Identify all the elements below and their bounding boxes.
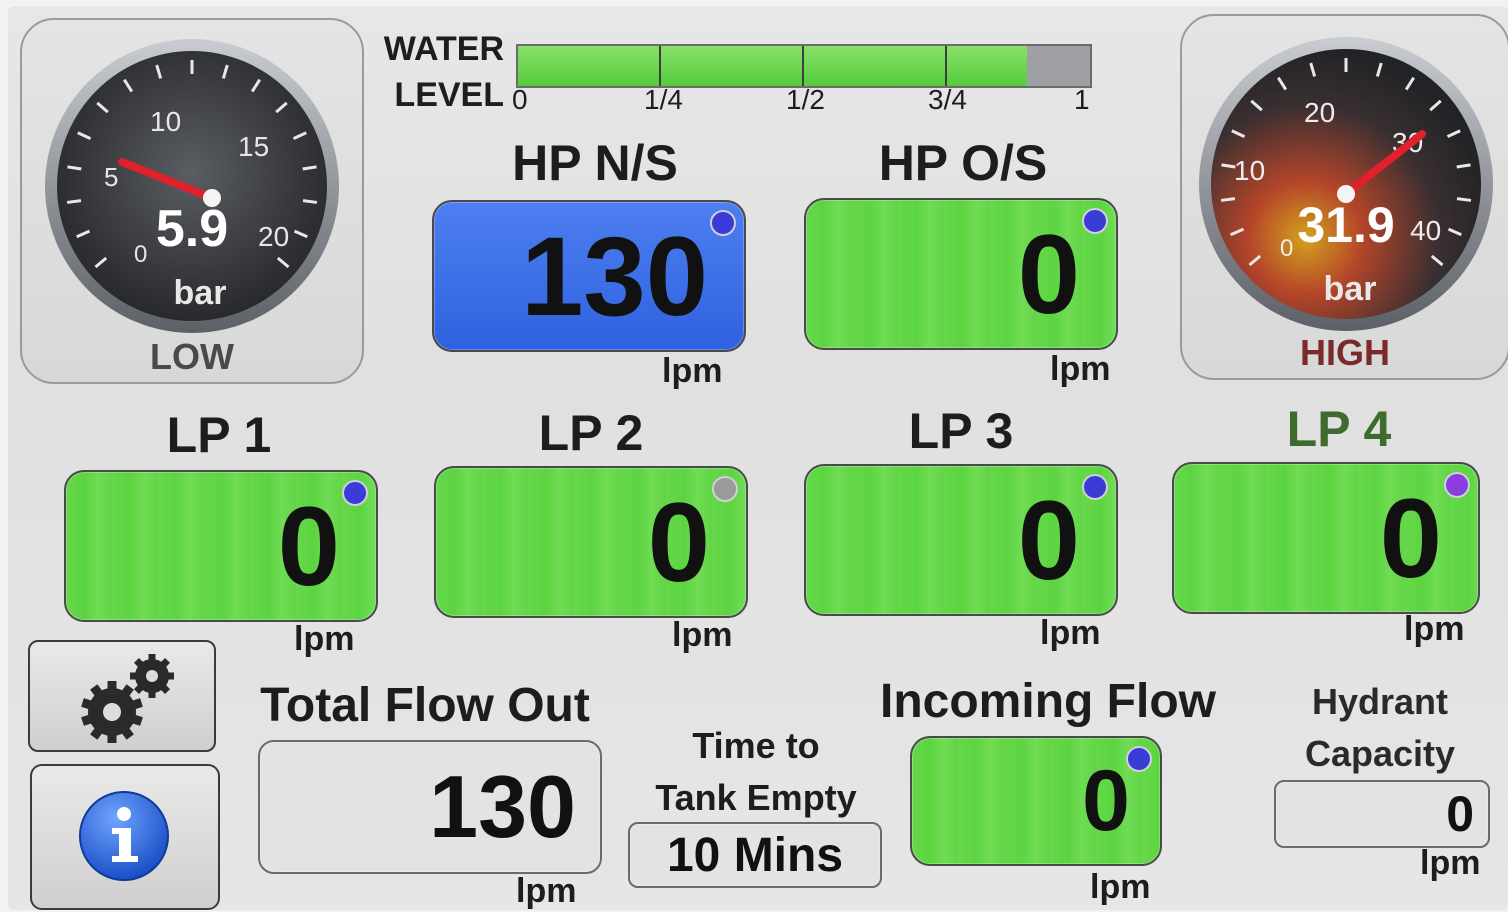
lp2-title: LP 2 [538,405,644,461]
lp4-status-indicator [1444,472,1470,498]
water-level-divider [659,46,661,86]
high-pressure-gauge: 0 10 20 30 40 31.9 bar [1199,37,1493,331]
gauge-tick [66,199,82,204]
gauge-tick [1456,197,1472,202]
hp-ns-unit: lpm [662,352,723,390]
gauge-tick [302,165,317,171]
gears-icon [81,654,174,743]
high-gauge-unit: bar [1324,270,1377,308]
total-flow-title: Total Flow Out [260,679,590,732]
hydrant-capacity-unit: lpm [1420,844,1481,882]
gauge-tick [302,199,318,204]
lp1-value: 0 [277,483,340,609]
lp3-title: LP 3 [908,403,1014,459]
lp2-readout[interactable]: 0 [434,466,748,618]
gauge-tick [1456,163,1471,169]
hp-os-unit: lpm [1050,350,1111,388]
lp1-readout[interactable]: 0 [64,470,378,622]
low-gauge-caption: LOW [150,336,234,377]
water-level-tick-half: 1/2 [786,84,825,115]
hydrant-capacity-title: Hydrant Capacity [1270,676,1490,780]
low-pressure-gauge: 0 5 10 15 20 5.9 bar [45,39,339,333]
incoming-flow-title: Incoming Flow [880,675,1216,728]
settings-button[interactable] [28,640,216,752]
lp1-unit: lpm [294,620,355,658]
info-button[interactable] [30,764,220,910]
incoming-flow-value: 0 [1082,752,1130,849]
tank-time-value: 10 Mins [666,828,844,882]
lp2-status-indicator [712,476,738,502]
water-level-tick-full: 1 [1074,84,1090,115]
hydrant-capacity-title-line1: Hydrant [1311,681,1449,722]
low-gauge-scale-10: 10 [150,106,181,137]
low-gauge-scale-20: 20 [258,221,289,252]
water-level-tick-0: 0 [512,84,528,115]
lp2-value: 0 [647,479,710,605]
high-gauge-scale-10: 10 [1234,155,1265,186]
water-level-divider [945,46,947,86]
low-gauge-scale-5: 5 [104,162,118,192]
total-flow-value: 130 [429,757,576,856]
low-gauge-scale-15: 15 [238,131,269,162]
high-gauge-scale-40: 40 [1410,215,1441,246]
lp2-unit: lpm [672,616,733,654]
display-screen: 0 5 10 15 20 5.9 bar LOW WATER LEVEL 0 1… [8,6,1508,910]
low-gauge-scale-0: 0 [134,241,147,268]
water-level-tick-three-quarter: 3/4 [928,84,967,115]
hp-os-readout[interactable]: 0 [804,198,1118,350]
gauge-tick [1220,197,1236,202]
water-level-title: WATER LEVEL [368,26,504,118]
lp3-readout[interactable]: 0 [804,464,1118,616]
lp3-value: 0 [1017,477,1080,603]
tank-time-title-line2: Tank Empty [655,777,857,818]
tank-time-readout: 10 Mins [628,822,882,888]
lp4-unit: lpm [1404,610,1465,648]
info-icon [79,791,169,881]
high-gauge-readout: 31.9 [1297,197,1394,253]
total-flow-readout: 130 [258,740,602,874]
lp4-value: 0 [1379,475,1442,601]
low-gauge-unit: bar [174,274,227,312]
water-level-tick-quarter: 1/4 [644,84,683,115]
water-level-title-line2: LEVEL [394,76,504,114]
lp3-unit: lpm [1040,614,1101,652]
hp-ns-title: HP N/S [512,135,678,191]
hydrant-capacity-title-line2: Capacity [1304,733,1456,774]
low-gauge-readout: 5.9 [156,200,228,258]
incoming-flow-unit: lpm [1090,868,1151,906]
tank-time-title-line1: Time to [692,725,820,766]
low-pressure-gauge-panel: 0 5 10 15 20 5.9 bar LOW [20,18,364,384]
hp-os-status-indicator [1082,208,1108,234]
total-flow-unit: lpm [516,872,577,910]
hp-os-title: HP O/S [878,135,1048,191]
high-pressure-gauge-panel: 0 10 20 30 40 31.9 bar HIGH [1180,14,1508,380]
lp4-readout[interactable]: 0 [1172,462,1480,614]
water-level-divider [802,46,804,86]
hp-ns-status-indicator [710,210,736,236]
lp4-title: LP 4 [1286,401,1392,457]
high-gauge-scale-20: 20 [1304,97,1335,128]
high-gauge-caption: HIGH [1300,332,1390,373]
tank-time-title: Time to Tank Empty [630,720,882,824]
hydrant-capacity-readout: 0 [1274,780,1490,848]
water-level-fill [518,46,1028,86]
incoming-flow-readout[interactable]: 0 [910,736,1162,866]
lp1-status-indicator [342,480,368,506]
hp-ns-value: 130 [521,213,708,339]
lp3-status-indicator [1082,474,1108,500]
water-level-title-line1: WATER [383,30,504,68]
gauge-tick [67,165,82,171]
hp-ns-readout[interactable]: 130 [432,200,746,352]
water-level-bar [516,44,1092,88]
hp-os-value: 0 [1017,211,1080,337]
lp1-title: LP 1 [166,407,272,463]
incoming-flow-status-indicator [1126,746,1152,772]
hydrant-capacity-value: 0 [1446,786,1474,842]
high-gauge-scale-0: 0 [1280,235,1293,262]
